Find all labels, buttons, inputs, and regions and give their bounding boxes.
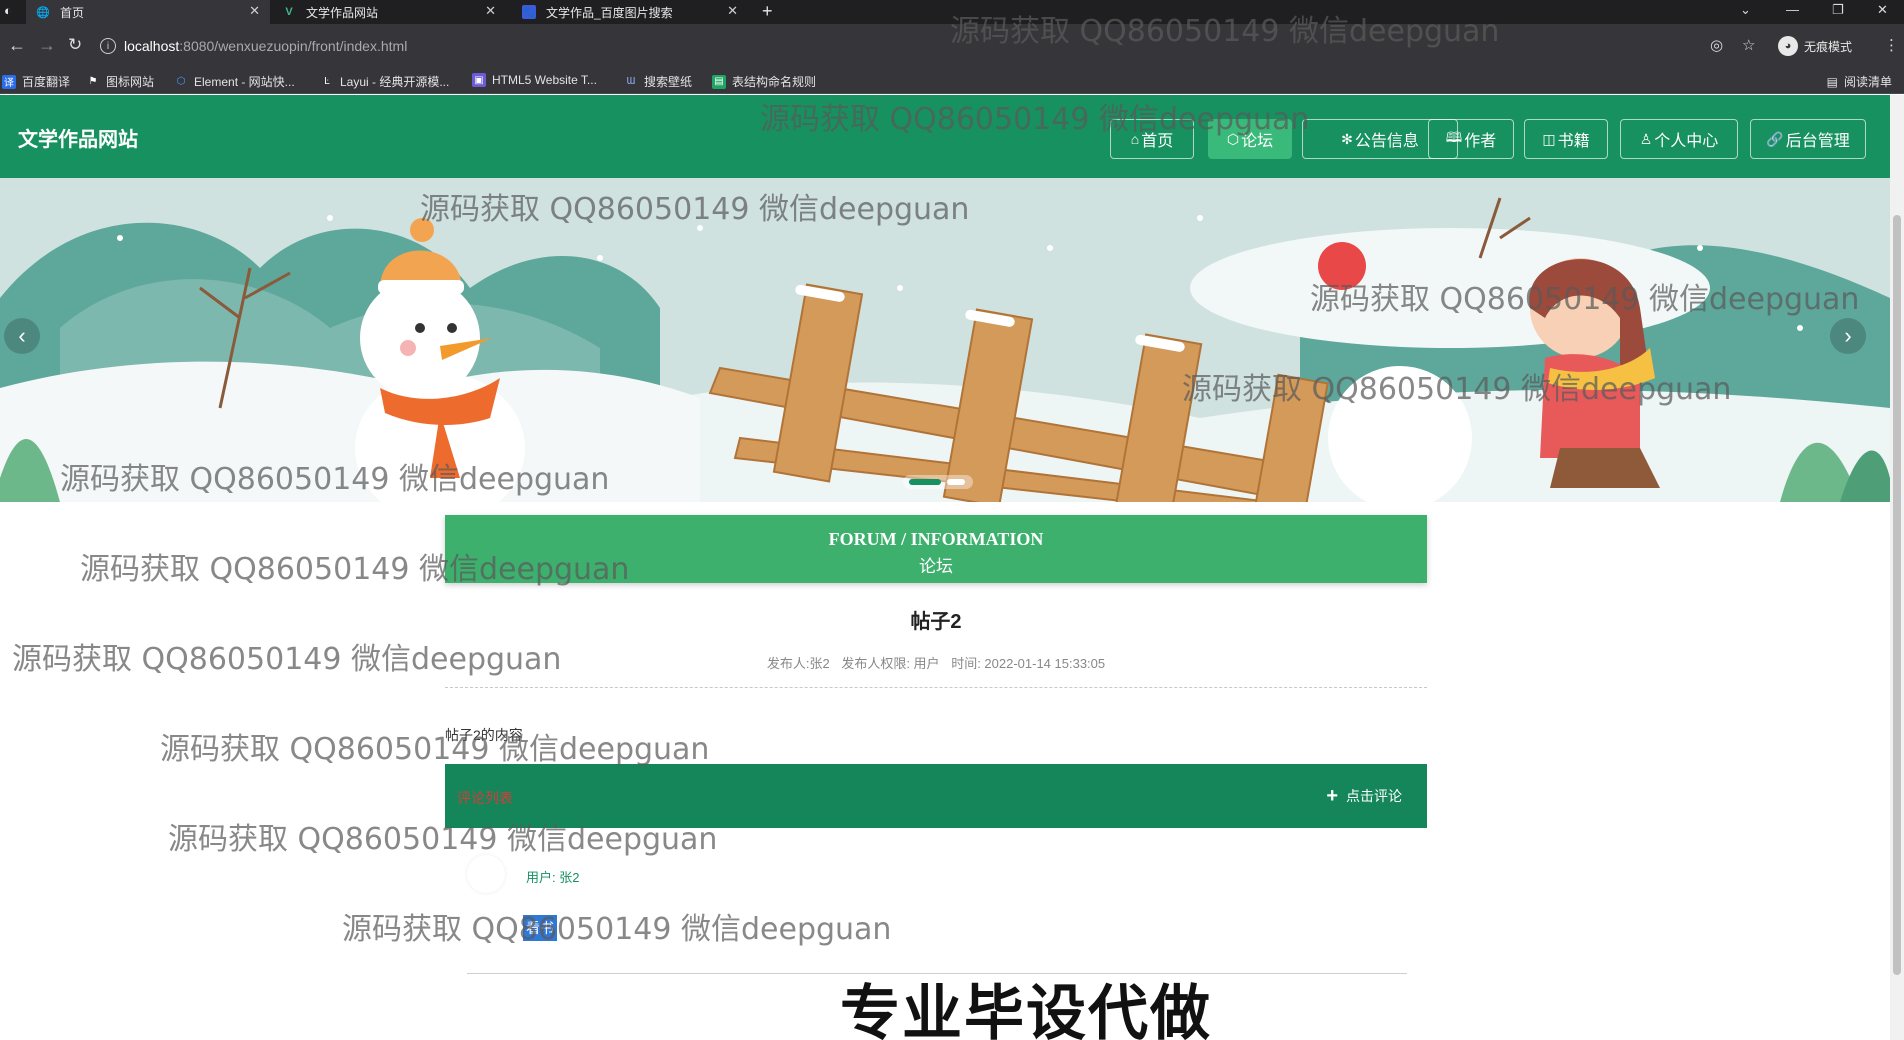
plus-icon: + — [1326, 785, 1338, 807]
nav-label: 后台管理 — [1785, 133, 1850, 150]
section-title-en: FORUM / INFORMATION — [828, 529, 1044, 549]
comments-list-label: 评论列表 — [457, 790, 513, 806]
avatar — [467, 855, 505, 893]
nav-label: 个人中心 — [1654, 133, 1719, 150]
site-header: 文学作品网站 ⌂ 首页 ⬡ 论坛 ✻ 公告信息 🕮 作者 ◫ 书籍 ♙ 个人中心 🔗 后台管理 — [0, 95, 1890, 178]
reading-list-icon: ▤ — [1826, 74, 1838, 89]
post-time: 时间: 2022-01-14 15:33:05 — [951, 656, 1106, 671]
nav-label: 首页 — [1141, 133, 1174, 150]
book-icon: ◫ — [1542, 130, 1556, 147]
vue-icon: V — [285, 6, 293, 18]
page-viewport: 文学作品网站 ⌂ 首页 ⬡ 论坛 ✻ 公告信息 🕮 作者 ◫ 书籍 ♙ 个人中心 🔗 后台管理 — [0, 95, 1890, 1040]
page-scrollbar[interactable] — [1890, 95, 1904, 1040]
bookmark-baidu-translate[interactable]: 译百度翻译 — [2, 73, 70, 90]
post-title: 帖子2 — [910, 611, 962, 633]
close-icon[interactable]: ✕ — [727, 3, 738, 19]
carousel-next-button[interactable]: › — [1830, 318, 1866, 354]
bookmark-icon-site[interactable]: ⚑ 图标网站 — [86, 73, 155, 90]
section-title-cn: 论坛 — [919, 557, 953, 576]
post-content: 帖子2的内容 — [445, 727, 523, 743]
post-author-role: 发布人权限: 用户 — [841, 656, 940, 671]
scrollbar-thumb[interactable] — [1893, 215, 1901, 975]
tab-search-icon[interactable]: ◐ — [4, 3, 12, 18]
bookmark-html5[interactable]: ▣ HTML5 Website T... — [472, 73, 597, 87]
wallpaper-icon: Ɯ — [626, 76, 636, 87]
bookmark-layui[interactable]: Ŀ Layui - 经典开源模... — [320, 73, 449, 90]
tab-baidu-images[interactable]: 🐾 文学作品_百度图片搜索 ✕ — [512, 0, 748, 24]
nav-forum-button[interactable]: ⬡ 论坛 — [1208, 119, 1292, 159]
globe-icon: 🌐 — [36, 6, 50, 19]
flag-icon: ⚑ — [88, 76, 98, 87]
html5-icon: ▣ — [472, 73, 486, 87]
nav-label: 作者 — [1464, 133, 1497, 150]
layui-icon: Ŀ — [324, 76, 330, 87]
comment-text: 看书 — [523, 915, 557, 941]
baidu-paw-icon: 🐾 — [522, 5, 536, 19]
tab-literary-site[interactable]: V 文学作品网站 ✕ — [272, 0, 506, 24]
bookmarks-bar: 译百度翻译 ⚑ 图标网站 ⬡ Element - 网站快... Ŀ Layui - 经… — [0, 68, 1904, 94]
close-icon[interactable]: ✕ — [249, 3, 260, 19]
incognito-badge[interactable]: ◕ 无痕模式 — [1778, 36, 1852, 56]
link-icon: 🔗 — [1766, 130, 1784, 147]
carousel-dot-active[interactable] — [909, 479, 941, 485]
home-icon: ⌂ — [1130, 131, 1140, 147]
post-meta: 发布人:张2 发布人权限: 用户 时间: 2022-01-14 15:33:05 — [445, 653, 1427, 672]
eye-off-icon[interactable]: ◎ — [1710, 36, 1723, 54]
translate-icon: 译 — [2, 74, 16, 89]
url-field[interactable]: i localhost:8080/wenxuezuopin/front/inde… — [100, 32, 407, 60]
announcement-icon: ✻ — [1341, 130, 1353, 147]
nav-label: 书籍 — [1557, 133, 1590, 150]
carousel-banner: ‹ › — [0, 178, 1890, 502]
add-comment-button[interactable]: + 点击评论 — [1326, 786, 1402, 806]
forward-icon[interactable]: → — [38, 35, 56, 56]
carousel-dot[interactable] — [947, 479, 965, 485]
post-author: 发布人:张2 — [766, 656, 830, 671]
site-info-icon[interactable]: i — [100, 38, 116, 54]
window-close-icon[interactable]: ✕ — [1877, 2, 1888, 18]
sheet-icon: ▤ — [712, 74, 726, 89]
incognito-icon: ◕ — [1778, 36, 1798, 56]
comment-user: 用户: 张2 — [526, 870, 580, 885]
reload-icon[interactable]: ↻ — [68, 35, 82, 55]
nav-label: 论坛 — [1241, 133, 1274, 150]
carousel-indicators — [903, 475, 973, 489]
address-toolbar: ← → ↻ i localhost:8080/wenxuezuopin/fron… — [0, 24, 1904, 68]
site-title: 文学作品网站 — [18, 129, 138, 151]
promo-caption: 专业毕设代做 — [840, 979, 1212, 1040]
comment-bar: 评论列表 + 点击评论 — [445, 764, 1427, 828]
bookmark-element[interactable]: ⬡ Element - 网站快... — [174, 73, 295, 90]
carousel-prev-button[interactable]: ‹ — [4, 318, 40, 354]
new-tab-button[interactable]: + — [762, 1, 773, 22]
back-icon[interactable]: ← — [8, 35, 26, 56]
winter-illustration — [0, 178, 1890, 502]
forum-icon: ⬡ — [1226, 130, 1240, 147]
bookmark-naming-rules[interactable]: ▤ 表结构命名规则 — [712, 73, 816, 90]
user-icon: ♙ — [1639, 130, 1653, 147]
nav-authors-button[interactable]: 🕮 作者 — [1428, 119, 1514, 159]
book-open-icon: 🕮 — [1445, 129, 1463, 145]
divider — [445, 687, 1427, 688]
menu-dots-icon[interactable]: ⋮ — [1884, 36, 1899, 54]
forum-section-header: FORUM / INFORMATION 论坛 — [445, 515, 1427, 583]
element-icon: ⬡ — [176, 76, 186, 87]
nav-admin-button[interactable]: 🔗 后台管理 — [1750, 119, 1866, 159]
nav-home-button[interactable]: ⌂ 首页 — [1110, 119, 1194, 159]
nav-books-button[interactable]: ◫ 书籍 — [1524, 119, 1608, 159]
bookmark-wallpaper[interactable]: Ɯ 搜索壁纸 — [624, 73, 692, 90]
tab-home[interactable]: 🌐 首页 ✕ — [26, 0, 270, 24]
bookmark-star-icon[interactable]: ☆ — [1742, 36, 1755, 54]
tab-list-icon[interactable]: ⌄ — [1740, 2, 1751, 18]
restore-icon[interactable]: ❐ — [1832, 2, 1844, 18]
nav-label: 公告信息 — [1354, 133, 1419, 150]
minimize-icon[interactable]: — — [1786, 2, 1799, 17]
reading-list[interactable]: ▤ 阅读清单 — [1827, 73, 1892, 90]
close-icon[interactable]: ✕ — [485, 3, 496, 19]
browser-tab-bar: ◐ 🌐 首页 ✕ V 文学作品网站 ✕ 🐾 文学作品_百度图片搜索 ✕ + ⌄ … — [0, 0, 1904, 24]
nav-profile-button[interactable]: ♙ 个人中心 — [1620, 119, 1738, 159]
